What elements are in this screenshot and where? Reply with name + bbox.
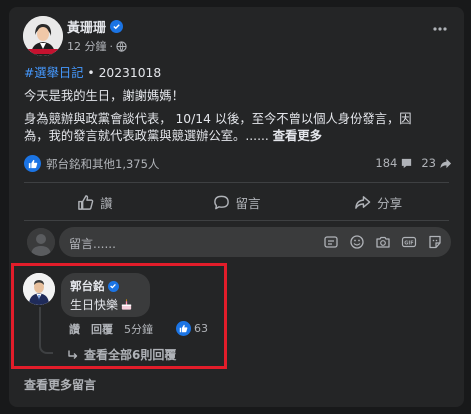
verified-badge-icon [107,280,119,292]
more-options-button[interactable] [432,21,448,37]
share-button-label: 分享 [377,195,403,211]
post-hashtag-line: #選舉日記 • 20231018 [24,65,161,81]
comment-composer[interactable]: 留言...... GIF [59,227,451,257]
comment-text: 生日快樂 [70,298,119,312]
comment-button-label: 留言 [235,195,261,211]
reply-thread-line [39,307,53,354]
reply-arrow-icon [68,350,78,359]
post-text-line-3-content: 為，我的發言就代表政黨與競選辦公室。...... [24,129,273,143]
comment-button[interactable]: 留言 [166,187,308,217]
share-count-value: 23 [421,156,436,170]
share-count[interactable]: 23 [421,156,452,170]
divider-top [24,182,449,183]
comment-icon [213,195,229,209]
like-reaction-icon [176,321,191,336]
post-text-line-2: 身為競辦與政黨會談代表， 10/14 以後，至今不曾以個人身份發言，因 [24,112,412,126]
post-meta: 12 分鐘 · [67,38,127,54]
comment-count[interactable]: 184 [375,156,413,170]
comment-like-count: 63 [194,322,208,335]
sticker-icon[interactable] [427,234,443,250]
post-text-line-3: 為，我的發言就代表政黨與競選辦公室。...... 查看更多 [24,128,322,144]
comment-bubble: 郭台銘 生日快樂 [61,273,150,317]
action-bar: 讚 留言 分享 [24,187,449,217]
comment-count-value: 184 [375,156,398,170]
engagement-counts: 184 23 [375,156,452,170]
hashtag-link[interactable]: #選舉日記 [24,66,84,80]
comment-reactions[interactable]: 63 [176,321,208,336]
share-icon [355,195,371,209]
post-time[interactable]: 12 分鐘 [67,38,107,54]
post-date: • 20231018 [83,66,162,80]
post-author-name[interactable]: 黃珊珊 [67,17,106,36]
like-button-label: 讚 [100,195,113,211]
comment-like-button[interactable]: 讚 [69,321,80,337]
emoji-icon[interactable] [349,234,365,250]
comment-author-name[interactable]: 郭台銘 [70,278,105,294]
comment-time[interactable]: 5分鐘 [124,321,153,337]
comment-input[interactable]: 留言...... [69,235,116,252]
view-replies-label: 查看全部6則回覆 [84,348,177,362]
gif-icon[interactable]: GIF [401,234,417,250]
like-reaction-icon [24,155,41,172]
commenter-avatar[interactable] [23,273,55,305]
view-more-comments-link[interactable]: 查看更多留言 [24,376,96,393]
reactions-text: 郭台銘和其他1,375人 [46,156,160,171]
more-icon [433,27,447,31]
reactions-summary[interactable]: 郭台銘和其他1,375人 [24,155,159,172]
comment-reply-button[interactable]: 回覆 [91,321,113,337]
post-author-avatar[interactable]: ⁠ [23,16,63,56]
svg-text:GIF: GIF [404,241,413,247]
globe-icon [116,40,127,52]
camera-icon[interactable] [375,234,391,250]
verified-badge-icon [110,20,124,33]
like-button[interactable]: 讚 [24,187,166,217]
post-author-row: 黃珊珊 [67,17,124,36]
divider-bottom [24,220,449,221]
view-replies-link[interactable]: 查看全部6則回覆 [67,346,176,363]
composer-icons: GIF [323,234,443,250]
comment-actions: 讚 回覆 5分鐘 [69,321,153,337]
share-count-icon [440,158,452,168]
comment-text-row: 生日快樂 [70,296,133,313]
see-more-link[interactable]: 查看更多 [273,129,322,143]
current-user-avatar[interactable] [27,228,55,256]
comment-author-row: 郭台銘 [70,278,119,294]
avatar-sticker-icon[interactable] [323,234,339,250]
share-button[interactable]: 分享 [307,187,449,217]
meta-separator: · [109,39,114,53]
post-card: ⁠ 黃珊珊 12 分鐘 · #選舉日記 • 20231018 今天是我的生日，謝… [9,7,464,407]
birthday-cake-emoji [120,298,133,311]
post-text-line-1: 今天是我的生日，謝謝媽媽！ [24,89,184,103]
comment-count-icon [402,158,412,168]
like-icon [78,194,94,210]
